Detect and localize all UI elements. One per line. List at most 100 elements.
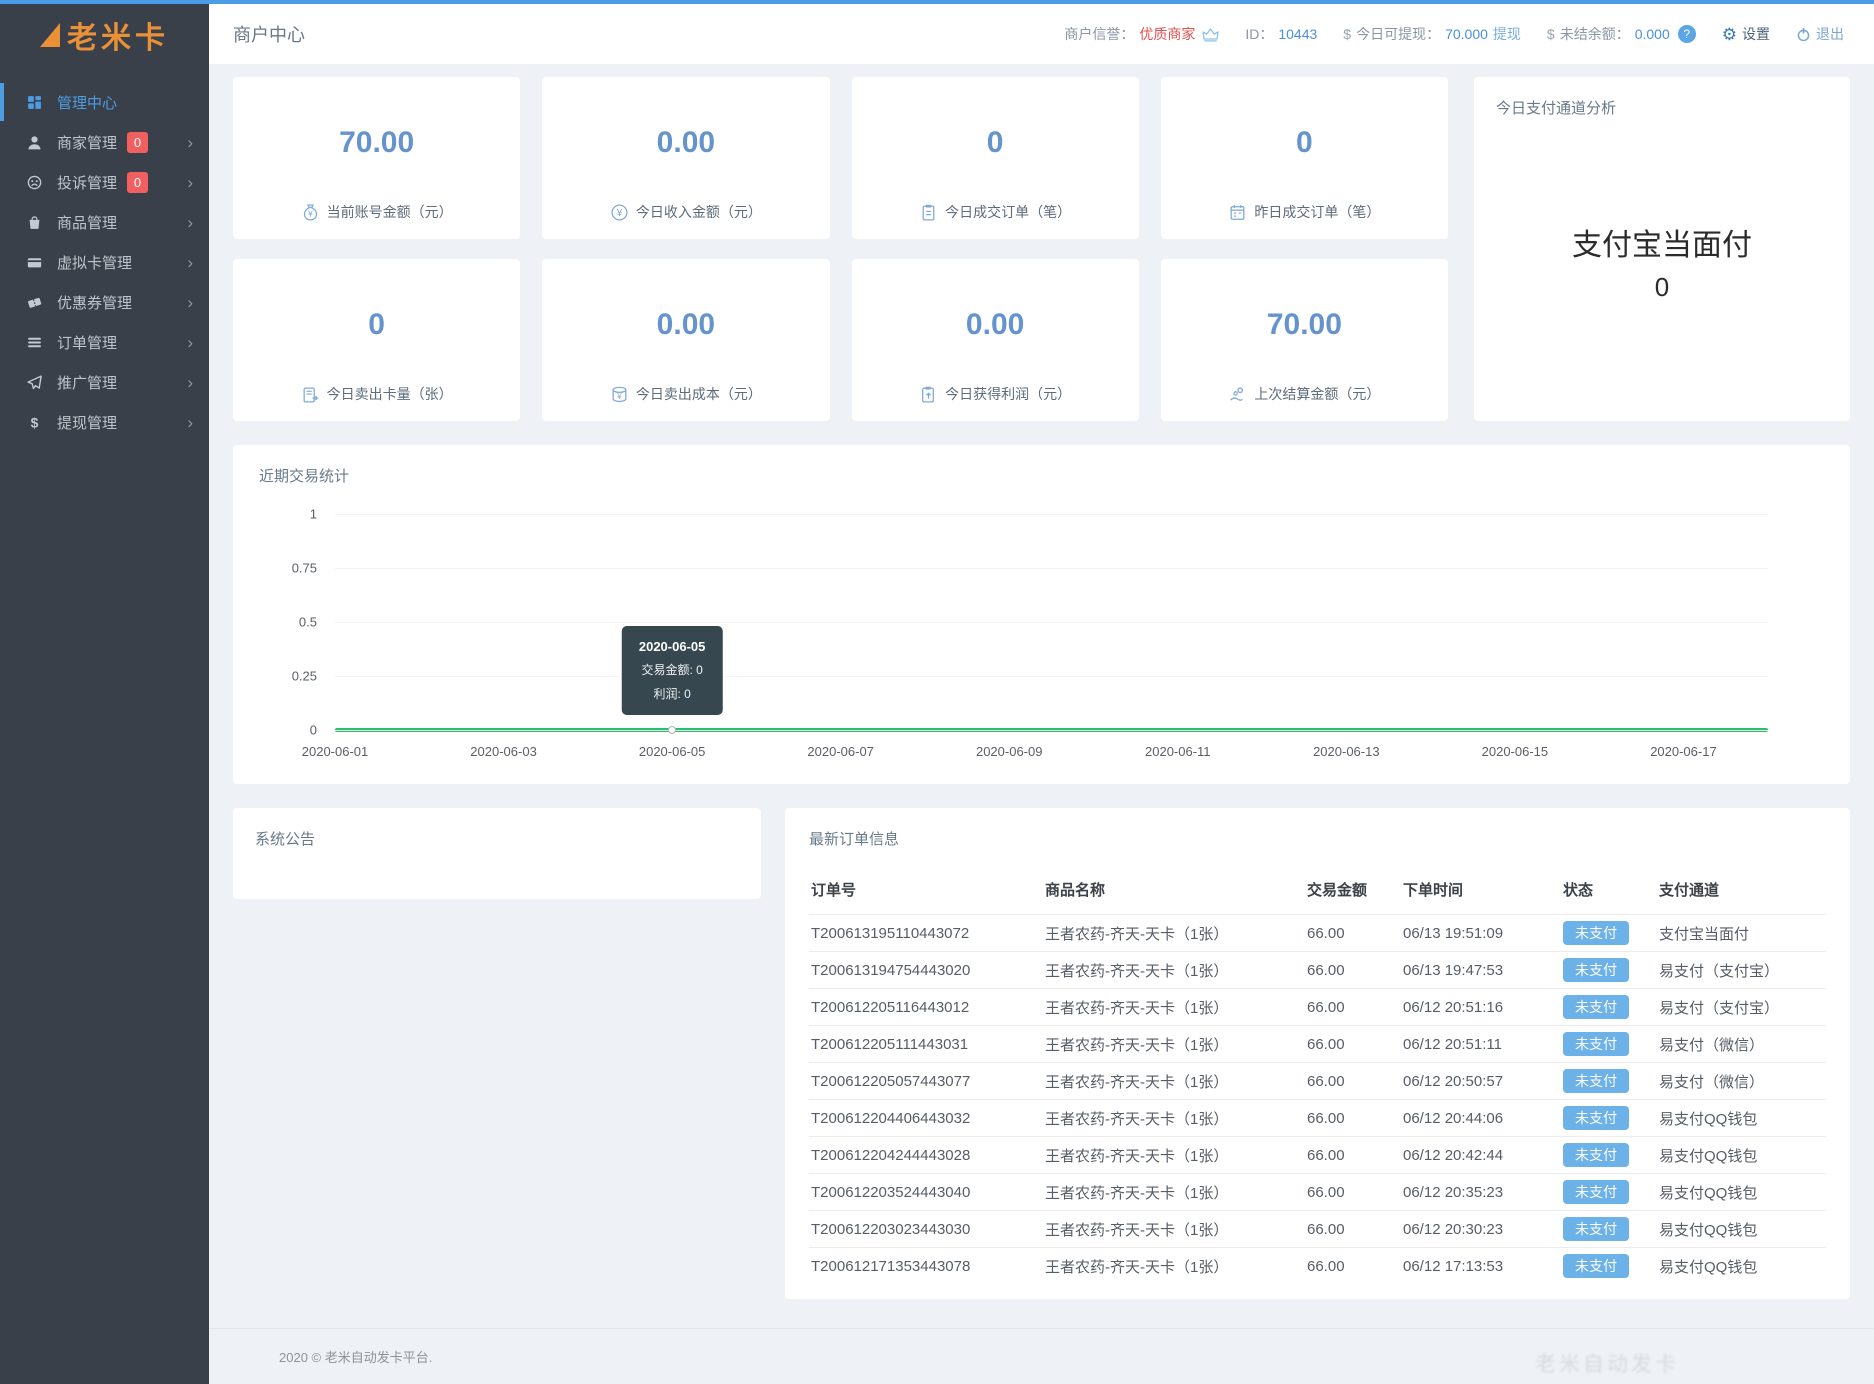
chart-gridline	[335, 730, 1768, 731]
svg-text:¥: ¥	[616, 208, 623, 219]
merchant-reputation: 商户信誉： 优质商家	[1064, 24, 1219, 44]
unsettled-balance: $ 未结余额： 0.000 ?	[1547, 24, 1696, 44]
menu-badge: 0	[127, 132, 148, 153]
order-no: T200612205111443031	[809, 1026, 1037, 1063]
status-badge: 未支付	[1563, 1069, 1629, 1093]
chart-title: 近期交易统计	[259, 465, 1824, 486]
help-icon[interactable]: ?	[1678, 25, 1696, 43]
order-product: 王者农药-齐天-天卡（1张）	[1037, 989, 1299, 1026]
channel-name: 支付宝当面付	[1572, 220, 1752, 264]
logout-button[interactable]: 退出	[1796, 24, 1844, 44]
order-time: 06/12 20:50:57	[1395, 1063, 1555, 1100]
list-icon	[26, 334, 42, 350]
sidebar-item-complaint[interactable]: 投诉管理 0 ›	[0, 162, 209, 202]
order-channel: 易支付（微信）	[1651, 1063, 1826, 1100]
order-no: T200612205057443077	[809, 1063, 1037, 1100]
sidebar-item-label: 投诉管理	[57, 172, 117, 193]
order-product: 王者农药-齐天-天卡（1张）	[1037, 1026, 1299, 1063]
sidebar-item-coupon[interactable]: 优惠券管理 ›	[0, 282, 209, 322]
reputation-label: 商户信誉：	[1064, 24, 1134, 44]
order-no: T200612204406443032	[809, 1100, 1037, 1137]
sidebar-item-promotion[interactable]: 推广管理 ›	[0, 362, 209, 402]
order-product: 王者农药-齐天-天卡（1张）	[1037, 1137, 1299, 1174]
orders-header-row: 订单号商品名称交易金额下单时间状态支付通道	[809, 871, 1826, 915]
logo-text: 老米卡	[67, 13, 169, 57]
stat-value: 0	[368, 308, 385, 342]
stat-label: 今日收入金额（元）	[636, 202, 762, 222]
order-amount: 66.00	[1299, 1063, 1395, 1100]
crown-icon	[1202, 27, 1219, 42]
menu-badge: 0	[127, 172, 148, 193]
stat-card: 70.00 上次结算金额（元）	[1161, 259, 1448, 421]
grid-icon	[26, 94, 42, 110]
x-axis-label: 2020-06-05	[639, 744, 706, 759]
page-title: 商户中心	[233, 21, 305, 47]
sidebar-item-dashboard[interactable]: 管理中心	[0, 82, 209, 122]
sidebar-item-merchant[interactable]: 商家管理 0 ›	[0, 122, 209, 162]
order-amount: 66.00	[1299, 1211, 1395, 1248]
stat-label: 当前账号金额（元）	[327, 202, 453, 222]
order-row: T200612171353443078 王者农药-齐天-天卡（1张） 66.00…	[809, 1248, 1826, 1285]
order-row: T200613195110443072 王者农药-齐天-天卡（1张） 66.00…	[809, 915, 1826, 952]
withdraw-link[interactable]: 提现	[1493, 24, 1521, 44]
chevron-right-icon: ›	[187, 254, 193, 271]
order-row: T200612203524443040 王者农药-齐天-天卡（1张） 66.00…	[809, 1174, 1826, 1211]
sidebar-item-label: 虚拟卡管理	[57, 252, 132, 273]
money-bag-icon: ¥	[301, 203, 320, 222]
order-row: T200612204406443032 王者农药-齐天-天卡（1张） 66.00…	[809, 1100, 1826, 1137]
sidebar-item-order[interactable]: 订单管理 ›	[0, 322, 209, 362]
order-no: T200613194754443020	[809, 952, 1037, 989]
stat-label: 今日卖出成本（元）	[636, 384, 762, 404]
sidebar-item-label: 商家管理	[57, 132, 117, 153]
status-badge: 未支付	[1563, 1106, 1629, 1130]
order-channel: 易支付（微信）	[1651, 1026, 1826, 1063]
reputation-value: 优质商家	[1139, 24, 1195, 44]
order-time: 06/12 20:30:23	[1395, 1211, 1555, 1248]
stat-value: 70.00	[339, 126, 414, 160]
order-row: T200612204244443028 王者农药-齐天-天卡（1张） 66.00…	[809, 1137, 1826, 1174]
copyright-text: 2020 © 老米自动发卡平台.	[279, 1347, 432, 1366]
order-channel: 易支付QQ钱包	[1651, 1100, 1826, 1137]
order-no: T200612203524443040	[809, 1174, 1037, 1211]
app-shell: 老米卡 管理中心 商家管理 0 › 投诉管理 0 › 商品管理 › 虚拟卡管理 …	[0, 4, 1874, 1384]
settings-button[interactable]: ⚙ 设置	[1722, 24, 1770, 44]
stat-value: 0	[987, 126, 1004, 160]
order-time: 06/12 20:35:23	[1395, 1174, 1555, 1211]
sidebar-item-withdraw[interactable]: $ 提现管理 ›	[0, 402, 209, 442]
id-label: ID：	[1245, 24, 1273, 44]
footer: 2020 © 老米自动发卡平台. 老米自动发卡	[209, 1328, 1874, 1384]
card-out-icon	[301, 385, 320, 404]
chart-plot[interactable]: 2020-06-05 交易金额: 0利润: 0 10.750.50.250	[335, 514, 1768, 730]
content-area: 70.00 ¥ 当前账号金额（元） 0.00 ¥ 今日收入金额（元） 0 今日成…	[209, 64, 1874, 1328]
app-logo[interactable]: 老米卡	[0, 4, 209, 66]
chart-tooltip-date: 2020-06-05	[639, 639, 706, 654]
order-product: 王者农药-齐天-天卡（1张）	[1037, 915, 1299, 952]
sidebar-item-product[interactable]: 商品管理 ›	[0, 202, 209, 242]
status-badge: 未支付	[1563, 1217, 1629, 1241]
status-badge: 未支付	[1563, 1032, 1629, 1056]
chevron-right-icon: ›	[187, 294, 193, 311]
order-product: 王者农药-齐天-天卡（1张）	[1037, 1248, 1299, 1285]
order-channel: 易支付QQ钱包	[1651, 1174, 1826, 1211]
y-axis-label: 0	[259, 723, 317, 738]
order-no: T200612171353443078	[809, 1248, 1037, 1285]
stat-card: 0.00 今日获得利润（元）	[852, 259, 1139, 421]
svg-text:¥: ¥	[617, 391, 622, 400]
sidebar-item-virtual-card[interactable]: 虚拟卡管理 ›	[0, 242, 209, 282]
coins-icon: ¥	[610, 385, 629, 404]
x-axis-label: 2020-06-17	[1650, 744, 1717, 759]
order-channel: 易支付QQ钱包	[1651, 1211, 1826, 1248]
stat-label: 今日成交订单（笔）	[945, 202, 1071, 222]
channel-value: 0	[1655, 272, 1669, 303]
sidebar-item-label: 商品管理	[57, 212, 117, 233]
chart-tooltip-line: 利润: 0	[639, 685, 706, 702]
orders-column-header: 状态	[1555, 871, 1651, 915]
chevron-right-icon: ›	[187, 414, 193, 431]
chart-gridline	[335, 676, 1768, 677]
order-product: 王者农药-齐天-天卡（1张）	[1037, 952, 1299, 989]
withdraw-label: 今日可提现：	[1356, 24, 1440, 44]
orders-column-header: 支付通道	[1651, 871, 1826, 915]
order-time: 06/12 20:42:44	[1395, 1137, 1555, 1174]
stat-value: 70.00	[1267, 308, 1342, 342]
order-amount: 66.00	[1299, 952, 1395, 989]
